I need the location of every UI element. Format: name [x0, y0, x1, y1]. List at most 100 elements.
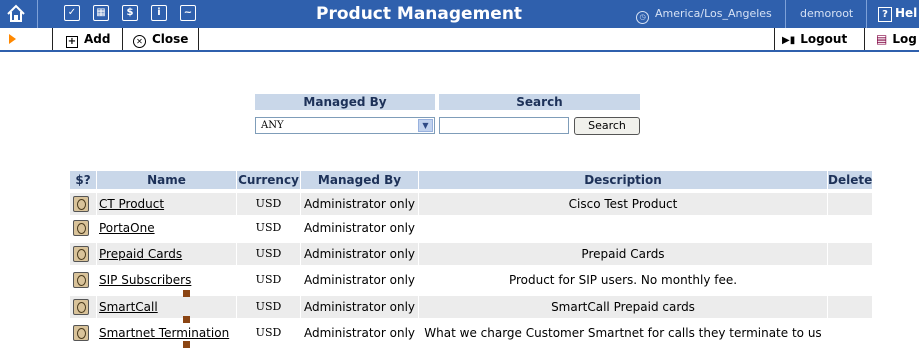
divider — [122, 28, 123, 50]
search-input[interactable] — [439, 117, 569, 134]
currency-cell: USD — [237, 243, 300, 265]
delete-cell — [828, 243, 872, 265]
help-icon: ? — [878, 7, 892, 22]
search-button[interactable]: Search — [574, 117, 640, 135]
description-cell: Prepaid Cards — [419, 243, 827, 265]
column-header-name: Name — [97, 171, 236, 189]
cell-bg — [70, 243, 96, 265]
delete-cell — [828, 322, 872, 344]
toolbar: + Add ✕ Close ▶▮ Logout ▤ Log — [0, 28, 919, 52]
cell-bg — [70, 296, 96, 318]
chart-icon[interactable]: ~ — [180, 5, 196, 21]
cell-bg — [70, 217, 96, 239]
page-title: Product Management — [316, 4, 523, 24]
info-icon[interactable]: i — [151, 5, 167, 21]
log-button[interactable]: ▤ Log — [876, 28, 917, 50]
column-header-delete: Delete — [828, 171, 873, 189]
cell-bg — [70, 322, 96, 344]
managed-by-cell: Administrator only — [304, 273, 415, 287]
divider — [785, 0, 786, 28]
column-header-managed-by: Managed By — [301, 171, 418, 189]
delete-cell — [828, 296, 872, 318]
cell-bg — [70, 269, 96, 291]
description-cell: Cisco Test Product — [419, 193, 827, 215]
currency-cell: USD — [255, 273, 282, 286]
plus-icon: + — [66, 36, 78, 48]
description-cell — [419, 217, 827, 239]
product-name-link[interactable]: PortaOne — [99, 221, 155, 235]
divider — [866, 0, 867, 28]
table-row: CT Product USD Administrator only Cisco … — [70, 193, 872, 215]
name-cell: PortaOne — [97, 217, 236, 239]
timezone-label: America/Los_Angeles — [655, 7, 772, 20]
log-label: Log — [892, 32, 917, 46]
product-tariff-icon[interactable] — [73, 196, 89, 212]
name-cell: Prepaid Cards — [97, 243, 236, 265]
logout-button[interactable]: ▶▮ Logout — [782, 28, 847, 50]
table-row: Prepaid Cards USD Administrator only Pre… — [70, 243, 872, 265]
managed-by-cell: Administrator only — [301, 243, 418, 265]
column-header-currency-flag: $? — [70, 171, 96, 189]
description-cell: What we charge Customer Smartnet for cal… — [424, 326, 822, 340]
product-name-link[interactable]: CT Product — [99, 197, 164, 211]
divider — [864, 28, 865, 50]
table-row: PortaOne USD Administrator only — [70, 217, 872, 239]
description-cell: Product for SIP users. No monthly fee. — [508, 273, 738, 287]
product-name-link[interactable]: Smartnet Termination — [99, 326, 229, 340]
managed-by-cell: Administrator only — [301, 193, 418, 215]
help-label: Hel — [895, 6, 918, 20]
delete-cell — [828, 269, 872, 291]
product-tariff-icon[interactable] — [73, 272, 89, 288]
currency-cell: USD — [237, 193, 300, 215]
table-row: SmartCall USD Administrator only SmartCa… — [70, 296, 872, 318]
product-name-link[interactable]: SIP Subscribers — [99, 273, 191, 287]
home-icon[interactable] — [5, 3, 27, 25]
table-row: SIP Subscribers USD Administrator only P… — [70, 269, 872, 291]
divider — [37, 0, 38, 28]
name-cell: SmartCall — [97, 296, 236, 318]
managed-by-select[interactable]: ANY ▼ — [255, 117, 435, 134]
product-tariff-icon[interactable] — [73, 299, 89, 315]
annotation-marker — [183, 316, 190, 323]
check-icon[interactable]: ✓ — [64, 5, 80, 21]
currency-cell: USD — [237, 296, 300, 318]
grid-icon[interactable]: ▦ — [93, 5, 109, 21]
annotation-marker — [183, 341, 190, 348]
managed-by-value: ANY — [261, 120, 284, 131]
product-tariff-icon[interactable] — [73, 325, 89, 341]
product-name-link[interactable]: SmartCall — [99, 300, 158, 314]
product-tariff-icon[interactable] — [73, 246, 89, 262]
cell-bg — [70, 193, 96, 215]
name-cell: CT Product — [97, 193, 236, 215]
annotation-marker — [183, 290, 190, 297]
logout-label: Logout — [800, 32, 848, 46]
divider — [198, 28, 199, 50]
delete-cell — [828, 193, 872, 215]
help-link[interactable]: ? Hel — [878, 6, 917, 22]
divider — [52, 28, 53, 50]
managed-by-cell: Administrator only — [304, 221, 415, 235]
table-row: Smartnet Termination USD Administrator o… — [70, 322, 872, 344]
name-cell: SIP Subscribers — [97, 269, 236, 291]
description-cell: SmartCall Prepaid cards — [419, 296, 827, 318]
product-name-link[interactable]: Prepaid Cards — [99, 247, 182, 261]
play-arrow-icon — [9, 34, 16, 44]
close-button[interactable]: ✕ Close — [133, 28, 188, 50]
logout-icon: ▶▮ — [782, 35, 796, 46]
timezone-link[interactable]: ◷ America/Los_Angeles — [636, 7, 772, 24]
top-bar: ✓ ▦ $ i ~ Product Management ◷ America/Lo… — [0, 0, 919, 28]
user-link[interactable]: demoroot — [800, 7, 853, 20]
divider — [774, 28, 775, 50]
managed-by-filter-header: Managed By — [255, 94, 435, 110]
managed-by-cell: Administrator only — [304, 326, 415, 340]
delete-cell — [828, 217, 872, 239]
column-header-description: Description — [419, 171, 827, 189]
add-button[interactable]: + Add — [66, 28, 110, 50]
chevron-down-icon[interactable]: ▼ — [418, 119, 433, 132]
clock-icon: ◷ — [636, 11, 649, 24]
log-icon: ▤ — [876, 32, 888, 46]
search-filter-header: Search — [439, 94, 640, 110]
product-tariff-icon[interactable] — [73, 220, 89, 236]
managed-by-cell: Administrator only — [301, 296, 418, 318]
dollar-icon[interactable]: $ — [122, 5, 138, 21]
